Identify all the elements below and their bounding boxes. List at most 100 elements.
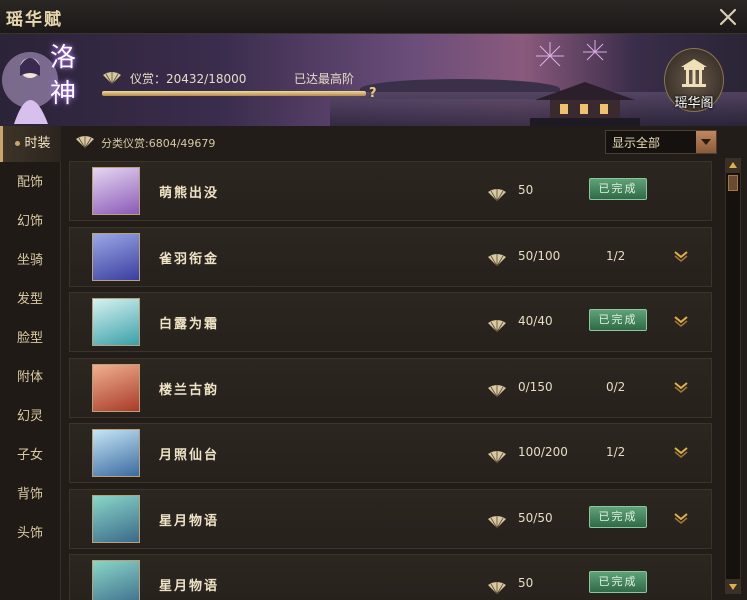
pavilion-label: 瑶华阁 <box>674 96 714 111</box>
fan-icon-wrap <box>487 250 507 269</box>
costume-name: 月照仙台 <box>159 448 220 463</box>
reward-progress-bar <box>102 91 366 96</box>
yaohua-pavilion-button[interactable]: 瑶华阁 <box>664 48 724 112</box>
costume-thumbnail[interactable] <box>92 429 140 477</box>
filter-dropdown[interactable]: 显示全部 <box>605 130 717 154</box>
reward-value: 40/40 <box>518 314 553 328</box>
progress-count: 1/2 <box>606 248 626 263</box>
sidebar-item-label: 幻饰 <box>16 214 43 229</box>
chevron-down-icon[interactable] <box>673 446 689 458</box>
costume-name: 星月物语 <box>159 513 220 529</box>
window-title: 瑶华赋 <box>6 10 63 30</box>
chevron-down-icon[interactable] <box>673 381 689 393</box>
costume-thumbnail[interactable] <box>92 232 140 281</box>
scroll-down-icon[interactable] <box>726 579 740 593</box>
completed-badge: 已完成 <box>589 178 647 200</box>
sidebar-item-label: 子女 <box>16 448 43 463</box>
completed-badge: 已完成 <box>589 309 647 331</box>
sidebar-item-label: 头饰 <box>16 526 43 541</box>
reward-value: 100/200 <box>518 445 568 459</box>
sidebar-item-label: 配饰 <box>16 175 43 190</box>
reward-value: 50 <box>518 183 534 197</box>
sidebar: 时装配饰幻饰坐骑发型脸型附体幻灵子女背饰头饰 <box>0 126 63 600</box>
fan-icon <box>488 516 506 529</box>
reward-value: 50/50 <box>518 510 553 525</box>
list-item[interactable]: 星月物语 50/50 已完成 <box>69 488 712 549</box>
main-panel: 分类仪赏:6804/49679 显示全部 萌熊出没 50 已完成 雀羽衔金 50/100… <box>61 126 747 600</box>
scroll-thumb[interactable] <box>728 175 738 191</box>
list-item[interactable]: 白露为霜 40/40 已完成 <box>69 292 712 352</box>
costume-list: 萌熊出没 50 已完成 雀羽衔金 50/100 1/2 白露为霜 40/40 已完成 楼兰古韵 0/… <box>69 161 712 600</box>
costume-thumbnail[interactable] <box>92 363 140 412</box>
list-item[interactable]: 楼兰古韵 0/150 0/2 <box>69 357 712 418</box>
costume-thumbnail[interactable] <box>92 494 140 543</box>
list-item[interactable]: 萌熊出没 50 已完成 <box>69 161 712 221</box>
list-item[interactable]: 星月物语 50 已完成 <box>69 554 712 600</box>
help-icon[interactable]: ? <box>369 86 377 101</box>
fan-icon <box>488 581 506 594</box>
list-item[interactable]: 月照仙台 100/200 1/2 <box>69 423 712 483</box>
costume-name: 楼兰古韵 <box>159 382 220 398</box>
sidebar-item-label: 背饰 <box>16 487 43 502</box>
progress-count: 1/2 <box>606 445 626 459</box>
sidebar-item[interactable]: 配饰 <box>0 165 60 201</box>
chevron-down-icon[interactable] <box>673 512 689 524</box>
title-bar: 瑶华赋 <box>0 0 747 34</box>
costume-name: 白露为霜 <box>159 317 220 332</box>
sidebar-item[interactable]: 幻灵 <box>0 399 60 435</box>
costume-name: 雀羽衔金 <box>159 251 220 267</box>
fan-icon-wrap <box>487 315 507 334</box>
costume-name: 星月物语 <box>159 579 220 594</box>
pavilion-illustration <box>530 82 640 126</box>
progress-count: 0/2 <box>606 379 626 394</box>
costume-thumbnail[interactable] <box>92 298 140 346</box>
sidebar-item[interactable]: 头饰 <box>0 516 60 552</box>
fan-icon-wrap <box>487 446 507 465</box>
sidebar-item[interactable]: 附体 <box>0 360 60 396</box>
fan-icon-wrap <box>487 184 507 203</box>
fan-icon <box>488 254 506 267</box>
sidebar-item-label: 幻灵 <box>16 409 43 424</box>
chevron-down-icon[interactable] <box>673 315 689 327</box>
sidebar-item[interactable]: 子女 <box>0 438 60 474</box>
reward-label: 仪赏：20432/18000 <box>130 72 247 86</box>
sidebar-item[interactable]: 坐骑 <box>0 243 60 279</box>
sidebar-item[interactable]: 时装 <box>0 126 63 162</box>
fan-icon <box>488 450 506 463</box>
chevron-down-icon[interactable] <box>673 250 689 262</box>
max-level-text: 已达最高阶 <box>294 72 355 86</box>
sidebar-item[interactable]: 幻饰 <box>0 204 60 240</box>
sidebar-item[interactable]: 脸型 <box>0 321 60 357</box>
costume-thumbnail[interactable] <box>92 167 140 215</box>
fan-icon-wrap <box>487 381 507 400</box>
scroll-up-icon[interactable] <box>726 159 740 173</box>
category-reward-row: 分类仪赏:6804/49679 <box>75 135 215 150</box>
reward-value: 50/100 <box>518 248 561 263</box>
sidebar-item-label: 坐骑 <box>16 253 43 268</box>
fan-icon <box>76 136 94 149</box>
scrollbar[interactable] <box>725 158 741 594</box>
sidebar-item-label: 脸型 <box>16 331 43 346</box>
active-dot-icon <box>15 141 21 146</box>
pavilion-icon <box>681 59 707 87</box>
reward-row: 仪赏：20432/18000 已达最高阶 <box>102 70 354 86</box>
fan-icon-wrap <box>487 512 507 531</box>
completed-badge: 已完成 <box>589 571 647 593</box>
reward-progress-fill <box>102 91 366 96</box>
close-icon[interactable] <box>717 6 739 28</box>
list-item[interactable]: 雀羽衔金 50/100 1/2 <box>69 226 712 287</box>
sidebar-item[interactable]: 背饰 <box>0 477 60 513</box>
costume-name: 萌熊出没 <box>159 186 220 201</box>
filter-selected: 显示全部 <box>612 136 661 150</box>
costume-thumbnail[interactable] <box>92 560 140 600</box>
luoshen-logo: 洛神 <box>49 43 76 109</box>
sidebar-item[interactable]: 发型 <box>0 282 60 318</box>
fan-icon <box>488 385 506 398</box>
fan-icon <box>488 188 506 201</box>
sidebar-item-label: 发型 <box>16 292 43 307</box>
reward-value: 0/150 <box>518 379 553 394</box>
fan-icon <box>103 71 121 84</box>
fan-icon <box>488 319 506 332</box>
category-reward-label: 分类仪赏:6804/49679 <box>101 137 216 150</box>
fan-icon-wrap <box>487 577 507 596</box>
